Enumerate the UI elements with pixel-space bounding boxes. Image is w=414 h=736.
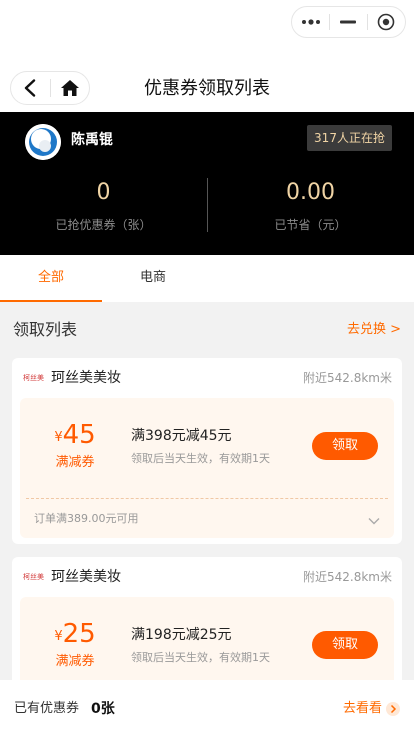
coupon-body: ¥25 满减券 满198元减25元 领取后当天生效，有效期1天 领取	[20, 597, 394, 687]
more-button[interactable]	[292, 7, 329, 37]
owned-coupons-label: 已有优惠券	[14, 701, 80, 716]
tab-ecommerce[interactable]: 电商	[102, 255, 204, 302]
stat-value: 0	[96, 180, 111, 205]
more-icon	[301, 19, 320, 25]
expand-button[interactable]	[368, 510, 380, 529]
owned-coupons-count: 0张	[91, 701, 115, 717]
record-icon	[378, 13, 395, 31]
avatar[interactable]	[25, 124, 61, 160]
avatar-image	[25, 124, 61, 160]
coupon-amount: ¥45	[20, 420, 130, 453]
top-bar: 优惠券领取列表	[0, 0, 414, 112]
tab-all[interactable]: 全部	[0, 255, 102, 302]
coupon-body: ¥45 满减券 满398元减45元 领取后当天生效，有效期1天 领取 订单满38…	[20, 398, 394, 538]
page-title: 优惠券领取列表	[144, 78, 270, 99]
minimize-icon	[340, 20, 357, 24]
redeem-link[interactable]: 去兑换 >	[347, 320, 401, 340]
card-header: 柯丝美 珂丝美美妆 附近542.8km米	[12, 358, 402, 398]
list-title: 领取列表	[13, 320, 78, 339]
shop-distance: 附近542.8km米	[303, 371, 392, 385]
bottom-bar: 已有优惠券 0张 去看看	[0, 680, 414, 736]
stat-value: 0.00	[286, 180, 335, 205]
stat-coupons: 0 已抢优惠券（张）	[0, 178, 207, 234]
list-header: 领取列表 去兑换 >	[13, 318, 401, 342]
claim-button[interactable]: 领取	[312, 432, 378, 460]
dashed-divider	[26, 498, 388, 499]
category-tabs: 全部 电商	[0, 255, 414, 302]
shop-logo: 柯丝美	[23, 374, 44, 382]
shop-name[interactable]: 珂丝美美妆	[51, 368, 121, 388]
stat-saved: 0.00 已节省（元）	[207, 178, 414, 234]
shop-name[interactable]: 珂丝美美妆	[51, 567, 121, 587]
shop-logo: 柯丝美	[23, 573, 44, 581]
coupon-validity: 领取后当天生效，有效期1天	[131, 651, 270, 664]
minimize-button[interactable]	[330, 7, 367, 37]
grab-count-badge: 317人正在抢	[307, 125, 392, 151]
amount-value: 45	[62, 420, 96, 450]
coupon-card: 柯丝美 珂丝美美妆 附近542.8km米 ¥45 满减券 满398元减45元 领…	[12, 358, 402, 544]
user-header: 陈禹锟 317人正在抢 0 已抢优惠券（张） 0.00 已节省（元）	[0, 112, 414, 255]
coupon-card: 柯丝美 珂丝美美妆 附近542.8km米 ¥25 满减券 满198元减25元 领…	[12, 557, 402, 687]
arrow-right-icon	[386, 702, 400, 716]
view-coupons-link[interactable]: 去看看	[343, 699, 400, 719]
close-button[interactable]	[368, 7, 405, 37]
stat-label: 已节省（元）	[274, 218, 347, 232]
coupon-condition: 满398元减45元	[131, 428, 232, 444]
view-coupons-label: 去看看	[342, 701, 382, 716]
user-name: 陈禹锟	[71, 132, 113, 148]
coupon-type: 满减券	[55, 455, 95, 470]
stat-label: 已抢优惠券（张）	[55, 218, 152, 232]
card-header: 柯丝美 珂丝美美妆 附近542.8km米	[12, 557, 402, 597]
coupon-amount: ¥25	[20, 619, 130, 652]
claim-button[interactable]: 领取	[312, 631, 378, 659]
order-minimum: 订单满389.00元可用	[34, 512, 139, 525]
coupon-condition: 满198元减25元	[131, 627, 232, 643]
coupon-type: 满减券	[55, 654, 95, 669]
coupon-validity: 领取后当天生效，有效期1天	[131, 452, 270, 465]
currency-symbol: ¥	[54, 629, 63, 644]
chevron-down-icon	[368, 518, 380, 525]
currency-symbol: ¥	[54, 430, 63, 445]
shop-distance: 附近542.8km米	[303, 570, 392, 584]
mini-program-capsule	[291, 6, 406, 38]
amount-value: 25	[62, 619, 96, 649]
